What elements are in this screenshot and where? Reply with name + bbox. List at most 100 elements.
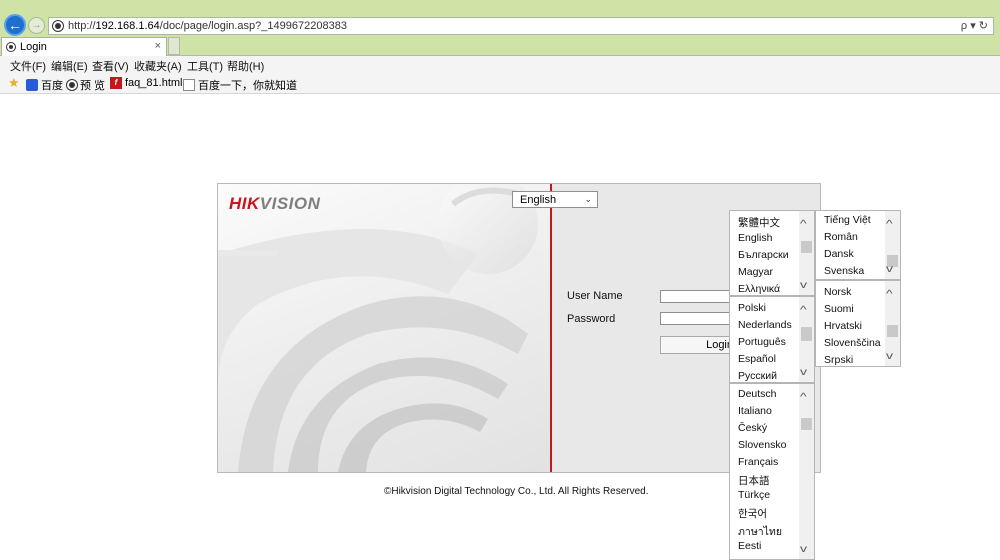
language-option[interactable]: Italiano [738, 405, 772, 417]
scrollbar-thumb[interactable] [801, 241, 812, 253]
language-option[interactable]: Türkçe [738, 489, 770, 501]
language-option[interactable]: English [738, 232, 772, 244]
menu-bar: 文件(F) 编辑(E) 查看(V) 收藏夹(A) 工具(T) 帮助(H) [0, 56, 1000, 74]
favorites-bar: ★ 百度 预 览 f faq_81.html 百度一下，你就知道 [0, 74, 1000, 94]
favorites-star[interactable]: ★ [8, 75, 20, 90]
scroll-up-icon[interactable]: ^ [800, 219, 807, 230]
language-option[interactable]: Suomi [824, 303, 854, 315]
language-option[interactable]: Español [738, 353, 776, 365]
scroll-up-icon[interactable]: ^ [800, 305, 807, 316]
page-icon [183, 79, 195, 91]
favorite-label: 预 览 [80, 80, 106, 92]
arrow-right-icon: → [31, 20, 42, 31]
scroll-down-icon[interactable]: v [886, 351, 893, 362]
scrollbar[interactable]: ^ v [799, 384, 814, 559]
url-host: 192.168.1.64 [95, 20, 160, 32]
language-option[interactable]: Srpski [824, 354, 853, 366]
language-option[interactable]: Norsk [824, 286, 851, 298]
username-label: User Name [567, 290, 623, 302]
url-path: /doc/page/login.asp?_1499672208383 [159, 20, 347, 32]
favorite-item[interactable]: 预 览 [67, 77, 105, 93]
language-option[interactable]: Polski [738, 302, 766, 314]
scroll-down-icon[interactable]: v [800, 280, 807, 291]
password-input[interactable] [660, 312, 740, 325]
language-option[interactable]: Nederlands [738, 319, 792, 331]
scrollbar-thumb[interactable] [887, 325, 898, 337]
language-option[interactable]: Magyar [738, 266, 773, 278]
chevron-down-icon: ⌄ [584, 194, 592, 204]
username-input[interactable] [660, 290, 740, 303]
favorite-item[interactable]: 百度一下，你就知道 [183, 77, 297, 93]
scrollbar-thumb[interactable] [801, 418, 812, 430]
scrollbar[interactable]: ^ v [885, 211, 900, 279]
favorite-label: 百度 [41, 80, 63, 92]
menu-view[interactable]: 查看(V) [92, 58, 129, 74]
language-option[interactable]: ภาษาไทย [738, 523, 782, 540]
tab-login[interactable]: Login × [1, 37, 167, 56]
new-tab-button[interactable] [168, 37, 180, 55]
favorite-label: faq_81.html [125, 77, 183, 89]
language-option[interactable]: Français [738, 456, 778, 468]
globe-icon [67, 80, 77, 90]
language-option[interactable]: Русский [738, 370, 777, 382]
scroll-down-icon[interactable]: v [800, 367, 807, 378]
url-text[interactable]: http://192.168.1.64/doc/page/login.asp?_… [68, 20, 347, 32]
language-option[interactable]: 繁體中文 [738, 215, 780, 230]
url-prefix: http:// [68, 20, 96, 32]
password-label: Password [567, 313, 616, 325]
language-list-panel: Norsk Suomi Hrvatski Slovenščina Srpski ^ v [815, 280, 901, 367]
language-option[interactable]: Slovensko [738, 439, 786, 451]
language-option[interactable]: Deutsch [738, 388, 777, 400]
scrollbar[interactable]: ^ v [885, 281, 900, 366]
menu-tools[interactable]: 工具(T) [187, 58, 223, 74]
language-option[interactable]: Български [738, 249, 789, 261]
language-option[interactable]: Slovenščina [824, 337, 881, 349]
close-icon[interactable]: × [155, 40, 161, 52]
tab-title: Login [20, 41, 47, 53]
search-refresh-icons[interactable]: ρ ▾ ↻ [961, 19, 988, 32]
login-button[interactable]: Login [660, 336, 740, 354]
language-option[interactable]: 한국어 [738, 506, 767, 521]
language-option[interactable]: Ελληνικά [738, 283, 780, 295]
scroll-up-icon[interactable]: ^ [886, 219, 893, 230]
language-option[interactable]: Svenska [824, 265, 864, 277]
language-option[interactable]: Português [738, 336, 786, 348]
arc-graphic [218, 184, 538, 472]
language-option[interactable]: Dansk [824, 248, 854, 260]
language-list-panel: Polski Nederlands Português Español Русский ^… [729, 296, 815, 383]
menu-help[interactable]: 帮助(H) [227, 58, 264, 74]
language-option[interactable]: Hrvatski [824, 320, 862, 332]
language-list-panel: 繁體中文 English Български Magyar Ελληνικά ^ v [729, 210, 815, 296]
back-button[interactable]: ← [4, 14, 26, 36]
language-option[interactable]: Eesti [738, 540, 761, 552]
menu-favorites[interactable]: 收藏夹(A) [134, 58, 182, 74]
language-select[interactable]: English ⌄ [512, 191, 598, 208]
language-list-panel: Tiếng Việt Român Dansk Svenska ^ v [815, 210, 901, 280]
forward-button[interactable]: → [28, 17, 45, 34]
menu-edit[interactable]: 编辑(E) [51, 58, 88, 74]
flash-icon: f [110, 77, 122, 89]
page-favicon-icon [7, 43, 15, 51]
language-option[interactable]: 日本語 [738, 473, 770, 488]
background-art: HIKVISION [218, 184, 550, 472]
scroll-down-icon[interactable]: v [886, 264, 893, 275]
scroll-up-icon[interactable]: ^ [800, 392, 807, 403]
arrow-left-icon: ← [8, 17, 22, 33]
address-bar[interactable]: http://192.168.1.64/doc/page/login.asp?_… [48, 17, 994, 35]
language-option[interactable]: Tiếng Việt [824, 214, 871, 226]
scroll-down-icon[interactable]: v [800, 544, 807, 555]
paw-icon [26, 79, 38, 91]
language-selected: English [520, 194, 557, 206]
language-option[interactable]: Român [824, 231, 858, 243]
menu-file[interactable]: 文件(F) [10, 58, 46, 74]
scrollbar[interactable]: ^ v [799, 211, 814, 295]
copyright-text: ©Hikvision Digital Technology Co., Ltd. … [384, 486, 649, 497]
scrollbar-thumb[interactable] [801, 327, 812, 341]
scroll-up-icon[interactable]: ^ [886, 289, 893, 300]
language-option[interactable]: Český [738, 422, 767, 434]
star-icon: ★ [8, 75, 20, 90]
favorite-item[interactable]: f faq_81.html [110, 77, 182, 89]
favorite-item[interactable]: 百度 [26, 77, 63, 93]
scrollbar[interactable]: ^ v [799, 297, 814, 382]
site-icon [53, 21, 63, 31]
